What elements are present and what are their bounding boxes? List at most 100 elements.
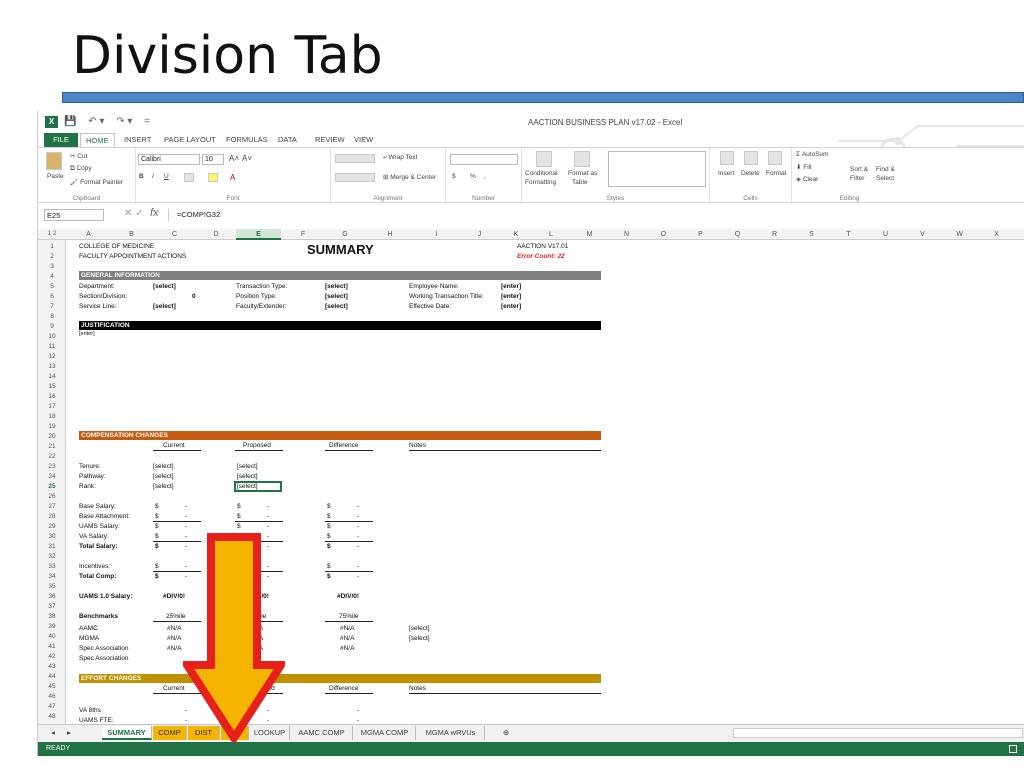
- row-header[interactable]: 27: [38, 502, 66, 511]
- row-header[interactable]: 48: [38, 712, 66, 721]
- cell-a2[interactable]: FACULTY APPOINTMENT ACTIONS: [79, 252, 186, 261]
- horizontal-scrollbar[interactable]: [733, 728, 1023, 738]
- insert-button[interactable]: Insert: [718, 170, 734, 177]
- col-header-m[interactable]: M: [571, 229, 608, 240]
- delete-cells-icon[interactable]: [744, 151, 758, 165]
- autosum-button[interactable]: Σ AutoSum: [796, 151, 829, 158]
- row-header[interactable]: 4: [38, 272, 66, 281]
- summary-heading[interactable]: SUMMARY: [307, 242, 374, 258]
- font-size-select[interactable]: 10: [202, 154, 224, 165]
- employee-name-value[interactable]: [enter]: [501, 282, 521, 291]
- justification-entry[interactable]: [enter]: [79, 330, 95, 339]
- amount-value[interactable]: -: [357, 572, 359, 581]
- merge-center-button[interactable]: ⊞ Merge & Center: [383, 173, 436, 181]
- amount-value[interactable]: -: [357, 562, 359, 571]
- row-header[interactable]: 2: [38, 252, 66, 261]
- currency-symbol[interactable]: $: [155, 502, 159, 511]
- row-header[interactable]: 12: [38, 352, 66, 361]
- row-header[interactable]: 32: [38, 552, 66, 561]
- tab-view[interactable]: VIEW: [354, 133, 373, 147]
- scroll-tabs-left-icon[interactable]: ◂: [46, 726, 60, 740]
- borders-icon[interactable]: [184, 173, 194, 182]
- currency-symbol[interactable]: $: [155, 572, 159, 581]
- amount-value[interactable]: -: [357, 502, 359, 511]
- row-header[interactable]: 24: [38, 472, 66, 481]
- tab-data[interactable]: DATA: [278, 133, 297, 147]
- row-header[interactable]: 34: [38, 572, 66, 581]
- align-horizontal-icons[interactable]: [335, 173, 375, 182]
- aamc-notes[interactable]: [select]: [409, 624, 430, 633]
- sheet-tab-summary[interactable]: SUMMARY: [102, 726, 152, 740]
- va-8ths-difference[interactable]: -: [357, 706, 359, 715]
- row-header[interactable]: 5: [38, 282, 66, 291]
- col-header-r[interactable]: R: [756, 229, 793, 240]
- aamc-75[interactable]: #N/A: [340, 624, 354, 633]
- pathway-proposed[interactable]: [select]: [237, 472, 258, 481]
- find-select-button[interactable]: Find &: [876, 166, 895, 173]
- paste-button[interactable]: Paste: [47, 173, 64, 180]
- row-header[interactable]: 16: [38, 392, 66, 401]
- row-header[interactable]: 11: [38, 342, 66, 351]
- formula-input[interactable]: =COMP!G32: [168, 209, 1018, 221]
- uams-difference-value[interactable]: #DIV/0!: [337, 592, 359, 601]
- amount-value[interactable]: -: [357, 522, 359, 531]
- fill-color-icon[interactable]: [208, 173, 218, 182]
- tenure-current[interactable]: [select]: [153, 462, 174, 471]
- font-name-select[interactable]: Calibri: [138, 154, 200, 165]
- row-header[interactable]: 38: [38, 612, 66, 621]
- currency-symbol[interactable]: $: [327, 502, 331, 511]
- col-header-e[interactable]: E: [236, 229, 281, 240]
- row-header[interactable]: 43: [38, 662, 66, 671]
- sheet-tab-mgma-wrvus[interactable]: MGMA wRVUs: [417, 726, 485, 740]
- row-header[interactable]: 3: [38, 262, 66, 271]
- col-header-q[interactable]: Q: [719, 229, 756, 240]
- italic-button[interactable]: I: [152, 173, 154, 180]
- col-header-o[interactable]: O: [645, 229, 682, 240]
- col-header-j[interactable]: J: [458, 229, 501, 240]
- conditional-formatting-button[interactable]: Conditional: [525, 170, 558, 177]
- col-header-f[interactable]: F: [281, 229, 325, 240]
- tab-insert[interactable]: INSERT: [124, 133, 151, 147]
- insert-function-icon[interactable]: fx: [150, 207, 159, 219]
- delete-button[interactable]: Delete: [741, 170, 760, 177]
- currency-symbol[interactable]: $: [237, 502, 241, 511]
- amount-value[interactable]: -: [185, 522, 187, 531]
- row-header[interactable]: 8: [38, 312, 66, 321]
- redo-icon[interactable]: ↷ ▾: [116, 116, 132, 127]
- bold-button[interactable]: B: [139, 173, 144, 180]
- active-cell-e25[interactable]: [234, 481, 282, 492]
- insert-cells-icon[interactable]: [720, 151, 734, 165]
- department-value[interactable]: [select]: [153, 282, 176, 291]
- cell-a1[interactable]: COLLEGE OF MEDICINE: [79, 242, 154, 251]
- row-header[interactable]: 9: [38, 322, 66, 331]
- wrap-text-button[interactable]: ⤶ Wrap Text: [383, 154, 417, 162]
- currency-button[interactable]: $: [452, 173, 456, 180]
- row-header[interactable]: 26: [38, 492, 66, 501]
- tab-review[interactable]: REVIEW: [315, 133, 345, 147]
- row-header[interactable]: 45: [38, 682, 66, 691]
- tab-file[interactable]: FILE: [44, 133, 78, 147]
- row-header[interactable]: 37: [38, 602, 66, 611]
- currency-symbol[interactable]: $: [327, 522, 331, 531]
- tab-formulas[interactable]: FORMULAS: [226, 133, 268, 147]
- percent-button[interactable]: %: [470, 173, 476, 180]
- row-header[interactable]: 46: [38, 692, 66, 701]
- tab-page-layout[interactable]: PAGE LAYOUT: [164, 133, 216, 147]
- col-header-a[interactable]: A: [67, 229, 110, 240]
- format-as-table-icon[interactable]: [574, 151, 590, 167]
- amount-value[interactable]: -: [357, 512, 359, 521]
- effort-banner[interactable]: EFFORT CHANGES: [79, 674, 601, 683]
- col-header-c[interactable]: C: [153, 229, 196, 240]
- underline-button[interactable]: U: [164, 173, 169, 180]
- row-header[interactable]: 39: [38, 622, 66, 631]
- col-header-v[interactable]: V: [904, 229, 941, 240]
- aamc-25[interactable]: #N/A: [167, 624, 181, 633]
- customize-qat-icon[interactable]: =: [144, 116, 150, 127]
- service-line-value[interactable]: [select]: [153, 302, 176, 311]
- row-header[interactable]: 47: [38, 702, 66, 711]
- sort-filter-button[interactable]: Sort &: [850, 166, 868, 173]
- row-header[interactable]: 31: [38, 542, 66, 551]
- undo-icon[interactable]: ↶ ▾: [88, 116, 104, 127]
- position-value[interactable]: [select]: [325, 292, 348, 301]
- amount-value[interactable]: -: [267, 512, 269, 521]
